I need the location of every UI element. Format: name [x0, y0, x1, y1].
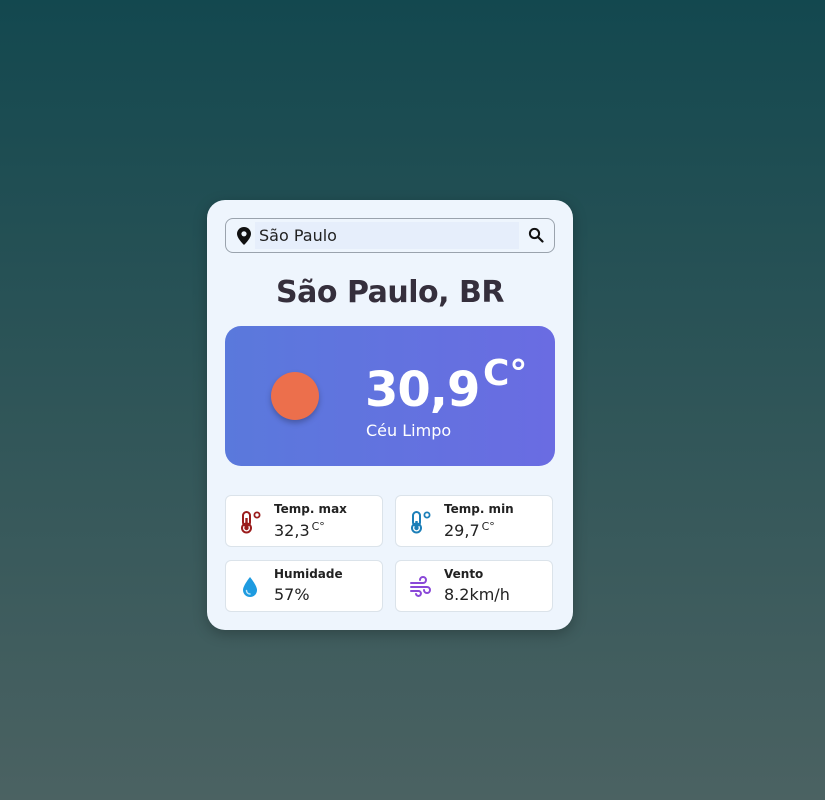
temp-min-tile: Temp. min 29,7 C° [395, 495, 553, 547]
temperature-unit: C° [483, 353, 528, 394]
humidity-label: Humidade [274, 567, 343, 581]
wind-label: Vento [444, 567, 484, 581]
humidity-tile: Humidade 57% [225, 560, 383, 612]
water-drop-icon [243, 577, 257, 597]
map-pin-icon [237, 227, 251, 245]
search-icon[interactable] [528, 227, 544, 243]
wind-value: 8.2km/h [444, 585, 510, 604]
wind-icon [410, 576, 431, 597]
weather-card: São Paulo, BR 30,9 C° Céu Limpo Temp. ma… [207, 200, 573, 630]
temp-min-value: 29,7 [444, 521, 480, 540]
thermometer-cold-icon [411, 511, 431, 534]
temp-min-value-row: 29,7 C° [444, 520, 495, 540]
temp-min-unit: C° [481, 520, 495, 533]
temp-max-value: 32,3 [274, 521, 310, 540]
temp-max-tile: Temp. max 32,3 C° [225, 495, 383, 547]
temp-max-label: Temp. max [274, 502, 347, 516]
current-temperature: 30,9 [365, 362, 480, 418]
temp-min-label: Temp. min [444, 502, 514, 516]
temp-max-value-row: 32,3 C° [274, 520, 325, 540]
current-weather-panel: 30,9 C° Céu Limpo [225, 326, 555, 466]
city-search-input[interactable] [255, 222, 519, 249]
search-bar [225, 218, 555, 253]
thermometer-hot-icon [241, 511, 261, 534]
temp-max-unit: C° [311, 520, 325, 533]
wind-tile: Vento 8.2km/h [395, 560, 553, 612]
weather-description: Céu Limpo [366, 421, 452, 440]
sun-icon [271, 372, 319, 420]
city-title: São Paulo, BR [276, 275, 504, 310]
humidity-value: 57% [274, 585, 310, 604]
